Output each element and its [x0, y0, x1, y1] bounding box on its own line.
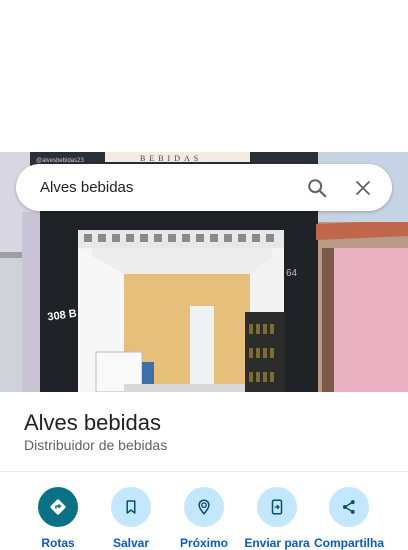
save-label: Salvar: [112, 536, 150, 550]
side-number: 64: [286, 268, 298, 279]
send-to-phone-label: Enviar para: [244, 536, 310, 550]
directions-label: Rotas: [41, 536, 75, 550]
place-title: Alves bebidas: [24, 410, 161, 435]
close-icon[interactable]: [346, 171, 380, 205]
nearby-icon: [184, 487, 224, 527]
bookmark-icon: [111, 487, 151, 527]
share-label: Compartilha: [313, 536, 384, 550]
search-bar[interactable]: Alves bebidas: [16, 164, 392, 211]
search-input[interactable]: Alves bebidas: [40, 179, 300, 196]
sign-text: BEBIDAS: [140, 154, 202, 163]
nearby-label: Próximo: [179, 536, 228, 550]
share-button[interactable]: Compartilha: [309, 487, 389, 550]
send-to-phone-button[interactable]: Enviar para: [237, 487, 317, 550]
divider: [0, 471, 408, 472]
search-icon[interactable]: [300, 171, 334, 205]
send-to-phone-icon: [257, 487, 297, 527]
save-button[interactable]: Salvar: [91, 487, 171, 550]
directions-icon: [38, 487, 78, 527]
share-icon: [329, 487, 369, 527]
place-category: Distribuidor de bebidas: [24, 437, 168, 453]
directions-button[interactable]: Rotas: [18, 487, 98, 550]
action-row: Rotas Salvar Próximo Enviar para Compart…: [0, 487, 408, 550]
nearby-button[interactable]: Próximo: [164, 487, 244, 550]
